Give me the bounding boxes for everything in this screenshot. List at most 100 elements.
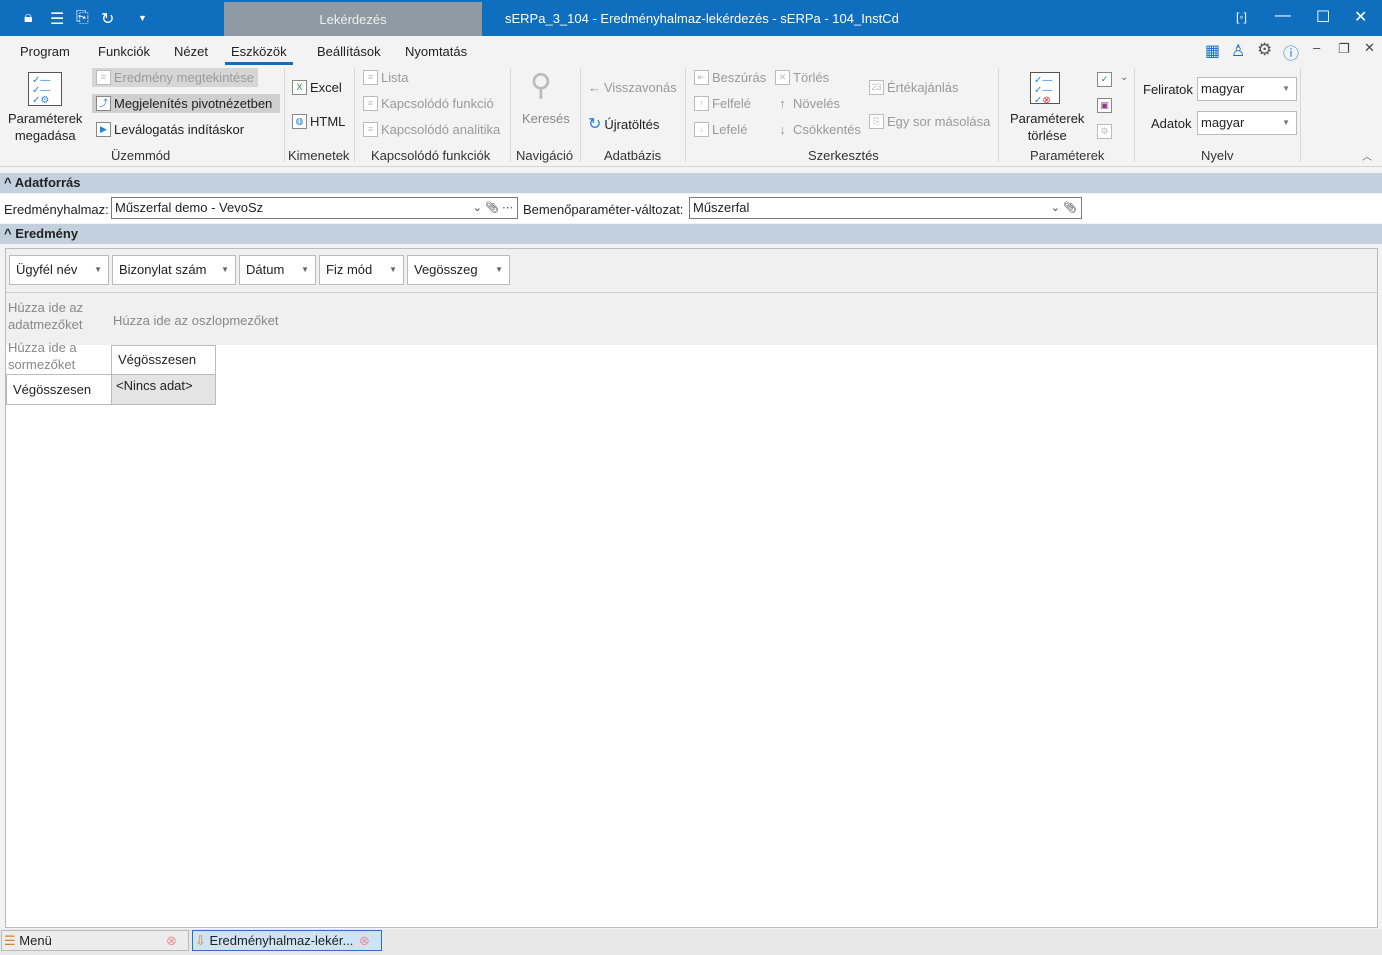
view-result-button[interactable]: ≡ Eredmény megtekintése xyxy=(92,68,258,87)
doc-close-button[interactable]: ✕ xyxy=(1364,40,1375,56)
variant-combobox[interactable]: Műszerfal ⌄ 📎︎ xyxy=(689,197,1082,219)
lock-icon[interactable]: 🔒︎ xyxy=(24,9,33,27)
pivot-view-button[interactable]: ⤴ Megjelenítés pivotnézetben xyxy=(92,94,280,113)
load-parameters-icon[interactable]: ✓ xyxy=(1097,72,1112,87)
group-label-navigacio: Navigáció xyxy=(516,148,574,163)
dropdown-clip-icons[interactable]: ⌄ 📎︎ xyxy=(1051,198,1077,218)
resultset-combobox[interactable]: Műszerfal demo - VevoSz ⌄ 📎︎ ⋯ xyxy=(111,197,518,219)
parameters-icon: ✓— ✓— ✓⚙ xyxy=(28,72,62,106)
tab-beallitasok[interactable]: Beállítások xyxy=(317,44,381,59)
filter-icon[interactable]: ▼ xyxy=(221,256,229,284)
doc-tab-menu[interactable]: ☰ Menü ⊗ xyxy=(1,930,189,951)
delete-button[interactable]: ✕ Törlés xyxy=(775,70,829,85)
excel-icon: X xyxy=(292,80,307,95)
parameters-button[interactable]: Paraméterek megadása xyxy=(8,110,82,144)
gear-icon[interactable]: ⚙ xyxy=(1257,40,1272,60)
arrow-left-icon: ← xyxy=(588,80,601,95)
group-label-adatbazis: Adatbázis xyxy=(604,148,662,163)
value: Műszerfal xyxy=(693,200,750,215)
value: Műszerfal demo - VevoSz xyxy=(115,200,264,215)
related-function-button[interactable]: ≡ Kapcsolódó funkció xyxy=(363,96,494,111)
user-icon[interactable]: ♙ xyxy=(1231,41,1245,61)
column-drop-area[interactable]: Húzza ide az oszlopmezőket xyxy=(113,312,278,329)
insert-row-icon: ⇤ xyxy=(694,70,709,85)
dropdown-clip-more-icons[interactable]: ⌄ 📎︎ ⋯ xyxy=(473,198,513,218)
maximize-button[interactable]: ☐ xyxy=(1316,7,1330,27)
list-button[interactable]: ≡ Lista xyxy=(363,70,408,85)
close-tab-icon[interactable]: ⊗ xyxy=(359,931,370,950)
filter-icon[interactable]: ▼ xyxy=(495,256,503,284)
related-analytics-button[interactable]: ≡ Kapcsolódó analitika xyxy=(363,122,500,137)
field-datum[interactable]: Dátum ▼ xyxy=(239,255,316,285)
field-fiz-mod[interactable]: Fiz mód ▼ xyxy=(319,255,404,285)
divider xyxy=(354,68,355,162)
label: Dátum xyxy=(246,262,285,277)
filter-icon[interactable]: ▼ xyxy=(94,256,102,284)
section-title: Adatforrás xyxy=(14,175,81,190)
clear-parameters-icon: ✓— ✓— ✓⊗ xyxy=(1030,72,1060,106)
doc-tab-resultset[interactable]: ⇩ Eredményhalmaz-lekér... ⊗ xyxy=(192,930,382,951)
field-vegosszeg[interactable]: Vegösszeg ▼ xyxy=(407,255,510,285)
restore-button[interactable]: ❐ xyxy=(1338,41,1350,57)
search-doc-icon[interactable]: ⎘ xyxy=(76,9,89,27)
search-icon: ⚲ xyxy=(530,69,552,102)
clear-parameters-button[interactable]: Paraméterek törlése xyxy=(1010,110,1084,144)
save-parameters-icon[interactable]: ▣ xyxy=(1097,98,1112,113)
data-language-select[interactable]: magyar ▼ xyxy=(1197,111,1297,135)
tab-program[interactable]: Program xyxy=(20,44,70,59)
search-button[interactable]: Keresés xyxy=(522,111,570,126)
chevron-down-icon[interactable]: ▼ xyxy=(138,13,147,23)
html-button[interactable]: ◍ HTML xyxy=(292,114,345,129)
label: Beszúrás xyxy=(712,70,767,85)
label: Kapcsolódó analitika xyxy=(381,122,501,137)
focus-icon[interactable]: [◦] xyxy=(1236,10,1247,24)
parameter-settings-icon[interactable]: ⚙ xyxy=(1097,124,1112,139)
increase-button[interactable]: ↑ Növelés xyxy=(775,96,840,111)
query-icon: ⇩ xyxy=(195,933,206,948)
tree-icon[interactable]: ☰ xyxy=(50,9,64,29)
decrease-button[interactable]: ↓ Csökkentés xyxy=(775,122,861,137)
reload-button[interactable]: ↻ Újratöltés xyxy=(588,114,659,134)
value-suggest-button[interactable]: 23 Értékajánlás xyxy=(869,80,959,95)
filter-icon[interactable]: ▼ xyxy=(301,256,309,284)
filter-icon[interactable]: ▼ xyxy=(389,256,397,284)
tab-eszkozok[interactable]: Eszközök xyxy=(225,44,293,65)
data-drop-area[interactable]: Húzza ide az adatmezőket xyxy=(8,299,103,333)
tab-funkciok[interactable]: Funkciók xyxy=(98,44,150,59)
label: Lista xyxy=(381,70,409,85)
captions-language-select[interactable]: magyar ▼ xyxy=(1197,77,1297,101)
section-adatforras[interactable]: ^ Adatforrás xyxy=(0,173,1382,193)
minimize-button[interactable]: — xyxy=(1275,7,1291,25)
excel-button[interactable]: X Excel xyxy=(292,80,342,95)
captions-label: Feliratok xyxy=(1143,82,1193,97)
close-tab-icon[interactable]: ⊗ xyxy=(166,931,177,950)
refresh-icon[interactable]: ↻ xyxy=(101,9,114,29)
field-ugyfel-nev[interactable]: Ügyfél név ▼ xyxy=(9,255,109,285)
ribbon-minimize-button[interactable]: – xyxy=(1313,40,1320,55)
context-tab: Lekérdezés xyxy=(224,2,482,36)
value: magyar xyxy=(1201,81,1245,96)
arrow-down-icon: ↓ xyxy=(779,122,786,137)
list-icon: ≡ xyxy=(363,70,378,85)
related-analytics-icon: ≡ xyxy=(363,122,378,137)
copy-icon: ⎘ xyxy=(869,114,884,129)
field-bizonylat-szam[interactable]: Bizonylat szám ▼ xyxy=(112,255,236,285)
undo-button[interactable]: ← Visszavonás xyxy=(588,80,677,95)
row-drop-area[interactable]: Húzza ide a sormezőket xyxy=(8,339,98,373)
move-up-button[interactable]: ↑ Felfelé xyxy=(694,96,751,111)
tab-nyomtatas[interactable]: Nyomtatás xyxy=(405,44,467,59)
tab-nezet[interactable]: Nézet xyxy=(174,44,208,59)
divider xyxy=(1134,68,1135,162)
row-grand-total: Végösszesen xyxy=(6,374,112,405)
copy-row-button[interactable]: ⎘ Egy sor másolása xyxy=(869,114,990,129)
move-down-button[interactable]: ↓ Lefelé xyxy=(694,122,747,137)
variant-label: Bemenőparaméter-változat: xyxy=(523,202,684,217)
close-button[interactable]: ✕ xyxy=(1354,7,1367,27)
collapse-ribbon-icon[interactable]: ︿ xyxy=(1362,148,1372,163)
section-eredmeny[interactable]: ^ Eredmény xyxy=(0,224,1382,244)
chevron-down-icon[interactable]: ⌄ xyxy=(1120,72,1128,83)
insert-button[interactable]: ⇤ Beszúrás xyxy=(694,70,766,85)
help-icon[interactable]: ⓘ xyxy=(1283,40,1299,64)
filter-on-start-button[interactable]: ▶ Leválogatás indításkor xyxy=(96,122,244,137)
grid-icon[interactable]: ▦ xyxy=(1205,41,1220,61)
